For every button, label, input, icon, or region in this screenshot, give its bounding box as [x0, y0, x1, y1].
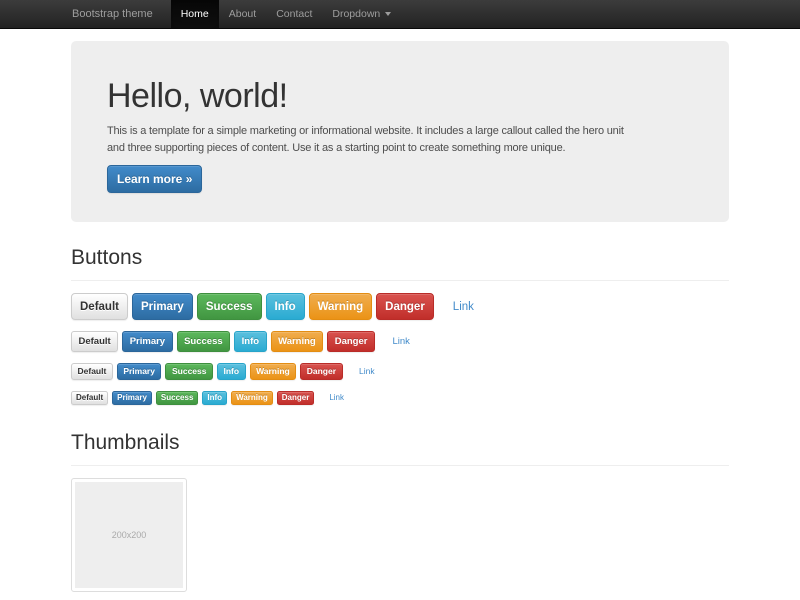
button-default-xsmall[interactable]: Default [71, 391, 108, 405]
thumbnail-placeholder-image: 200x200 [75, 482, 183, 588]
button-row-large: Default Primary Success Info Warning Dan… [71, 293, 729, 320]
button-warning-small[interactable]: Warning [250, 363, 297, 380]
buttons-section-title: Buttons [71, 246, 729, 281]
button-link-large[interactable]: Link [445, 294, 482, 319]
hero-description-line-2: and three supporting pieces of content. … [107, 140, 693, 157]
button-success-xsmall[interactable]: Success [156, 391, 198, 405]
caret-down-icon [385, 12, 391, 16]
nav-item-dropdown[interactable]: Dropdown [322, 0, 401, 28]
button-danger-xsmall[interactable]: Danger [277, 391, 315, 405]
button-row-small: Default Primary Success Info Warning Dan… [71, 363, 729, 380]
navbar-container: Bootstrap theme Home About Contact Dropd… [71, 0, 729, 28]
button-success-medium[interactable]: Success [177, 331, 231, 352]
nav-item-contact[interactable]: Contact [266, 0, 322, 28]
brand-link[interactable]: Bootstrap theme [71, 0, 163, 28]
nav-item-home[interactable]: Home [171, 0, 219, 28]
button-primary-medium[interactable]: Primary [122, 331, 172, 352]
button-success-small[interactable]: Success [165, 363, 213, 380]
hero-unit: Hello, world! This is a template for a s… [71, 41, 729, 222]
button-warning-large[interactable]: Warning [309, 293, 373, 320]
button-primary-large[interactable]: Primary [132, 293, 193, 320]
main-container: Hello, world! This is a template for a s… [71, 41, 729, 592]
button-warning-medium[interactable]: Warning [271, 331, 324, 352]
button-row-xsmall: Default Primary Success Info Warning Dan… [71, 391, 729, 405]
button-link-small[interactable]: Link [354, 364, 381, 379]
button-default-small[interactable]: Default [71, 363, 113, 380]
hero-description: This is a template for a simple marketin… [107, 123, 693, 157]
thumbnail-link[interactable]: 200x200 [71, 478, 187, 592]
button-info-xsmall[interactable]: Info [202, 391, 227, 405]
button-link-medium[interactable]: Link [386, 332, 416, 351]
button-primary-small[interactable]: Primary [117, 363, 162, 380]
nav-item-dropdown-label: Dropdown [332, 0, 380, 28]
hero-title: Hello, world! [107, 77, 693, 115]
button-default-large[interactable]: Default [71, 293, 128, 320]
nav-menu: Home About Contact Dropdown [171, 0, 402, 28]
button-link-xsmall[interactable]: Link [325, 392, 348, 404]
button-warning-xsmall[interactable]: Warning [231, 391, 273, 405]
navbar: Bootstrap theme Home About Contact Dropd… [0, 0, 800, 29]
button-danger-medium[interactable]: Danger [327, 331, 375, 352]
button-primary-xsmall[interactable]: Primary [112, 391, 152, 405]
thumbnails-section-title: Thumbnails [71, 431, 729, 466]
button-default-medium[interactable]: Default [71, 331, 118, 352]
button-danger-small[interactable]: Danger [300, 363, 342, 380]
button-row-default: Default Primary Success Info Warning Dan… [71, 331, 729, 352]
button-info-medium[interactable]: Info [234, 331, 266, 352]
hero-description-line-1: This is a template for a simple marketin… [107, 123, 693, 140]
thumbnail-placeholder-label: 200x200 [112, 530, 147, 540]
button-info-small[interactable]: Info [217, 363, 246, 380]
button-danger-large[interactable]: Danger [376, 293, 434, 320]
button-info-large[interactable]: Info [266, 293, 305, 320]
learn-more-button[interactable]: Learn more » [107, 165, 202, 193]
button-success-large[interactable]: Success [197, 293, 262, 320]
nav-item-about[interactable]: About [219, 0, 266, 28]
